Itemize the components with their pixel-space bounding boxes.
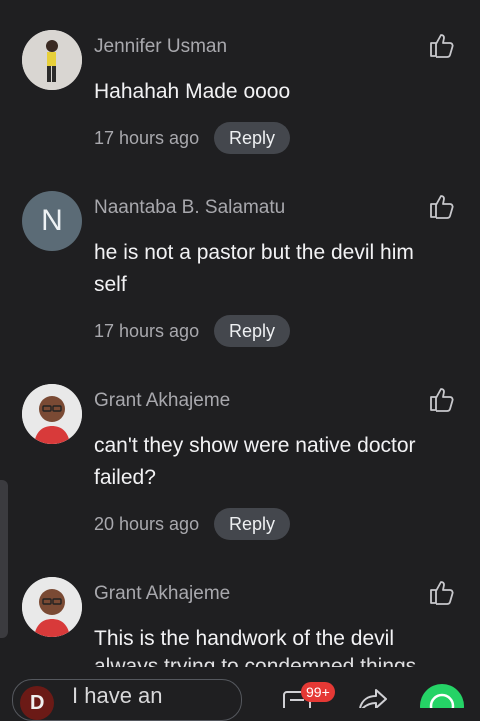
reply-button[interactable]: Reply [214, 508, 290, 540]
comment-text: he is not a pastor but the devil him sel… [94, 241, 414, 296]
comment-author[interactable]: Naantaba B. Salamatu [94, 197, 285, 219]
avatar[interactable] [22, 384, 82, 444]
avatar[interactable] [22, 30, 82, 90]
share-icon[interactable] [356, 688, 390, 708]
user-avatar: D [20, 686, 54, 720]
comment-text: Hahahah Made oooo [94, 80, 291, 103]
avatar[interactable] [22, 577, 82, 637]
comment-author[interactable]: Grant Akhajeme [94, 583, 230, 605]
avatar-letter: N [41, 204, 63, 237]
comment-text: can't they show were native doctor faile… [94, 434, 416, 489]
comment-time: 17 hours ago [94, 128, 200, 148]
scroll-handle[interactable] [0, 480, 8, 638]
comment-text-partial: always trying to condemned things [94, 655, 417, 667]
thumbs-up-icon[interactable] [428, 31, 456, 59]
reply-button[interactable]: Reply [214, 122, 290, 154]
whatsapp-icon[interactable] [420, 684, 464, 708]
reply-button[interactable]: Reply [214, 315, 290, 347]
comment-input-placeholder[interactable]: I have an [72, 683, 163, 709]
thumbs-up-icon[interactable] [428, 192, 456, 220]
user-avatar-letter: D [30, 692, 45, 714]
comment-time: 17 hours ago [94, 321, 200, 341]
thumbs-up-icon[interactable] [428, 578, 456, 606]
comment-author[interactable]: Grant Akhajeme [94, 390, 230, 412]
comment-time: 20 hours ago [94, 514, 200, 534]
avatar[interactable]: N [22, 191, 82, 251]
thumbs-up-icon[interactable] [428, 385, 456, 413]
comment-author[interactable]: Jennifer Usman [94, 36, 227, 58]
comments-count-badge: 99+ [301, 682, 335, 702]
comment-text: This is the handwork of the devil [94, 627, 394, 650]
